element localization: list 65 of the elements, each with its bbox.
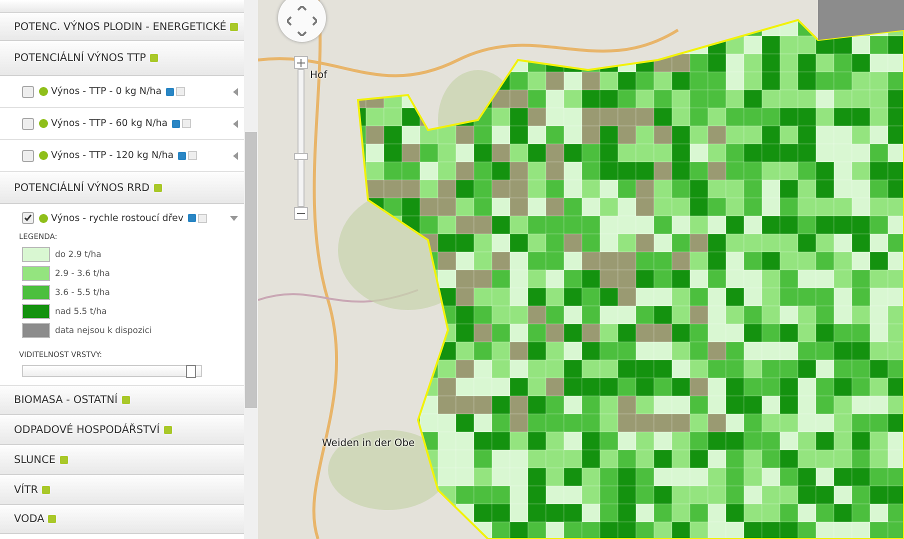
section-title: ODPADOVÉ HOSPODÁŘSTVÍ (14, 424, 160, 436)
plus-icon (297, 58, 305, 66)
info-icon[interactable] (178, 152, 186, 160)
minus-icon (297, 212, 305, 215)
badge-icon (154, 184, 162, 192)
section-title: SLUNCE (14, 454, 56, 466)
zoom-out-button[interactable] (294, 207, 308, 220)
info-icon[interactable] (188, 214, 196, 222)
status-dot (39, 151, 48, 160)
info-icon[interactable] (172, 120, 180, 128)
legend-label: data nejsou k dispozici (55, 326, 152, 336)
badge-icon (164, 426, 172, 434)
layer-label: Výnos - TTP - 120 kg N/ha (51, 150, 174, 161)
section-header[interactable]: VODA (0, 505, 244, 534)
caret-icon[interactable] (230, 216, 238, 220)
pan-control[interactable] (278, 0, 326, 42)
section-title: VODA (14, 513, 44, 525)
scrollbar[interactable] (244, 0, 258, 539)
layer-checkbox[interactable] (22, 150, 34, 162)
section-title: POTENC. VÝNOS PLODIN - ENERGETICKÉ (14, 20, 226, 32)
badge-icon (230, 22, 238, 30)
section-header[interactable]: POTENCIÁLNÍ VÝNOS RRD (0, 172, 244, 204)
status-dot (39, 119, 48, 128)
square-icon[interactable] (182, 119, 191, 128)
section-header[interactable]: BIOMASA - OSTATNÍ (0, 386, 244, 415)
zoom-in-button[interactable] (294, 56, 308, 69)
section-header[interactable]: POTENC. VÝNOS PLODIN - ENERGETICKÉ (0, 13, 244, 41)
section-title: POTENCIÁLNÍ VÝNOS TTP (14, 52, 146, 64)
legend-label: do 2.9 t/ha (55, 250, 102, 260)
layer-checkbox[interactable] (22, 212, 34, 224)
layer-label: Výnos - TTP - 60 kg N/ha (51, 118, 168, 129)
badge-icon (48, 515, 56, 523)
section-title: POTENCIÁLNÍ VÝNOS RRD (14, 182, 150, 194)
layer-label: Výnos - TTP - 0 kg N/ha (51, 86, 162, 97)
caret-icon[interactable] (233, 88, 238, 96)
badge-icon (150, 54, 158, 62)
badge-icon (122, 396, 130, 404)
arrows-icon (287, 6, 317, 36)
caret-icon[interactable] (233, 120, 238, 128)
info-icon[interactable] (166, 88, 174, 96)
status-dot (39, 214, 48, 222)
layer-checkbox[interactable] (22, 86, 34, 98)
layer-label: Výnos - rychle rostoucí dřev (51, 212, 184, 224)
legend-label: nad 5.5 t/ha (55, 306, 107, 316)
section-header[interactable]: ODPADOVÉ HOSPODÁŘSTVÍ (0, 415, 244, 445)
section-title: VÍTR (14, 484, 38, 496)
zoom-handle[interactable] (294, 153, 308, 160)
opacity-slider[interactable] (22, 365, 202, 377)
section-header[interactable]: POTENCIÁLNÍ VÝNOS TTP (0, 41, 244, 76)
legend-label: 2.9 - 3.6 t/ha (55, 268, 110, 278)
caret-icon[interactable] (233, 152, 238, 160)
zoom-slider[interactable] (294, 69, 308, 207)
section-header[interactable]: VÍTR (0, 475, 244, 505)
legend-label: 3.6 - 5.5 t/ha (55, 288, 110, 298)
square-icon[interactable] (176, 87, 185, 96)
badge-icon (42, 486, 50, 494)
layer-checkbox[interactable] (22, 118, 34, 130)
badge-icon (60, 456, 68, 464)
section-header[interactable]: SLUNCE (0, 445, 244, 475)
square-icon[interactable] (188, 151, 197, 160)
square-icon[interactable] (198, 214, 206, 222)
section-title: BIOMASA - OSTATNÍ (14, 394, 118, 406)
status-dot (39, 87, 48, 96)
slider-handle[interactable] (186, 365, 196, 378)
place-label: Weiden in der Obe (322, 438, 415, 449)
